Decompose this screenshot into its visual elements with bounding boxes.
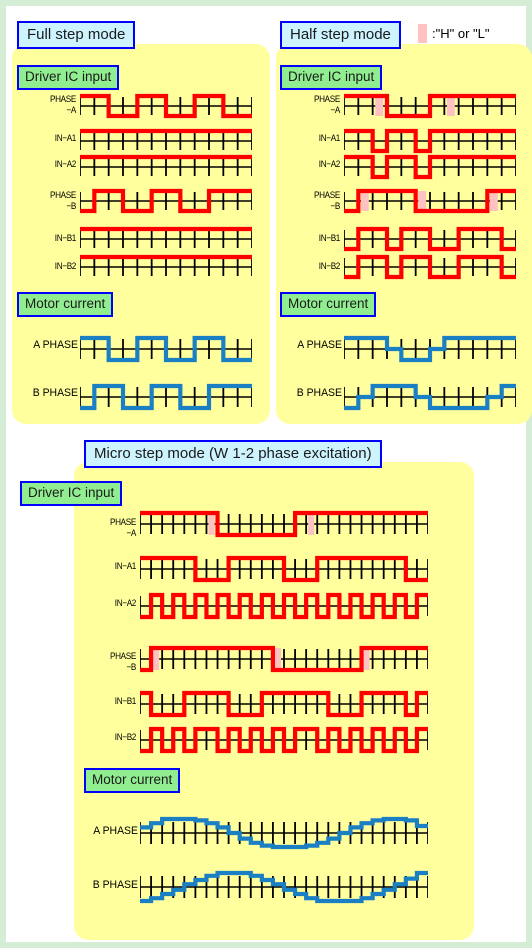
signal-label-in-b2: IN−B2 bbox=[114, 732, 137, 743]
diagram-frame: Full step mode Driver IC input Motor cur… bbox=[0, 0, 532, 948]
signal-label-in-a1: IN−A1 bbox=[54, 133, 77, 144]
signal-label-a-phase: A PHASE bbox=[297, 339, 342, 351]
signal-label-b-phase: B PHASE bbox=[296, 387, 342, 399]
waveform-full-step bbox=[80, 93, 252, 411]
signal-label-a-phase: A PHASE bbox=[33, 339, 78, 351]
signal-label-phase-a: PHASE −A bbox=[314, 94, 340, 116]
title-full-step: Full step mode bbox=[17, 21, 136, 49]
title-half-step: Half step mode bbox=[280, 21, 401, 49]
signal-label-phase-a: PHASE −A bbox=[50, 94, 76, 116]
signal-label-in-b2: IN−B2 bbox=[54, 261, 77, 272]
signal-label-phase-b: PHASE −B bbox=[314, 190, 340, 212]
title-micro-step: Micro step mode (W 1-2 phase excitation) bbox=[84, 440, 382, 468]
waveform-micro-step bbox=[140, 510, 428, 904]
waveform-half-step bbox=[344, 93, 516, 411]
signal-label-in-a2: IN−A2 bbox=[54, 159, 77, 170]
signal-label-in-b1: IN−B1 bbox=[54, 233, 77, 244]
signal-label-a-phase: A PHASE bbox=[93, 825, 138, 837]
signal-label-in-a1: IN−A1 bbox=[114, 561, 137, 572]
signal-label-in-b2: IN−B2 bbox=[318, 261, 341, 272]
signal-label-in-a2: IN−A2 bbox=[318, 159, 341, 170]
signal-label-phase-b: PHASE −B bbox=[110, 651, 136, 673]
signal-label-phase-b: PHASE −B bbox=[50, 190, 76, 212]
legend-swatch bbox=[418, 24, 427, 43]
signal-label-in-b1: IN−B1 bbox=[114, 696, 137, 707]
signal-label-phase-a: PHASE −A bbox=[110, 517, 136, 539]
signal-label-b-phase: B PHASE bbox=[32, 387, 78, 399]
signal-label-in-a1: IN−A1 bbox=[318, 133, 341, 144]
signal-label-in-b1: IN−B1 bbox=[318, 233, 341, 244]
section-title-micro-step-driver: Driver IC input bbox=[20, 481, 123, 506]
signal-label-b-phase: B PHASE bbox=[92, 879, 138, 891]
signal-label-in-a2: IN−A2 bbox=[114, 598, 137, 609]
legend-dontcare: :"H" or "L" bbox=[418, 24, 489, 43]
legend-text: :"H" or "L" bbox=[432, 26, 490, 41]
